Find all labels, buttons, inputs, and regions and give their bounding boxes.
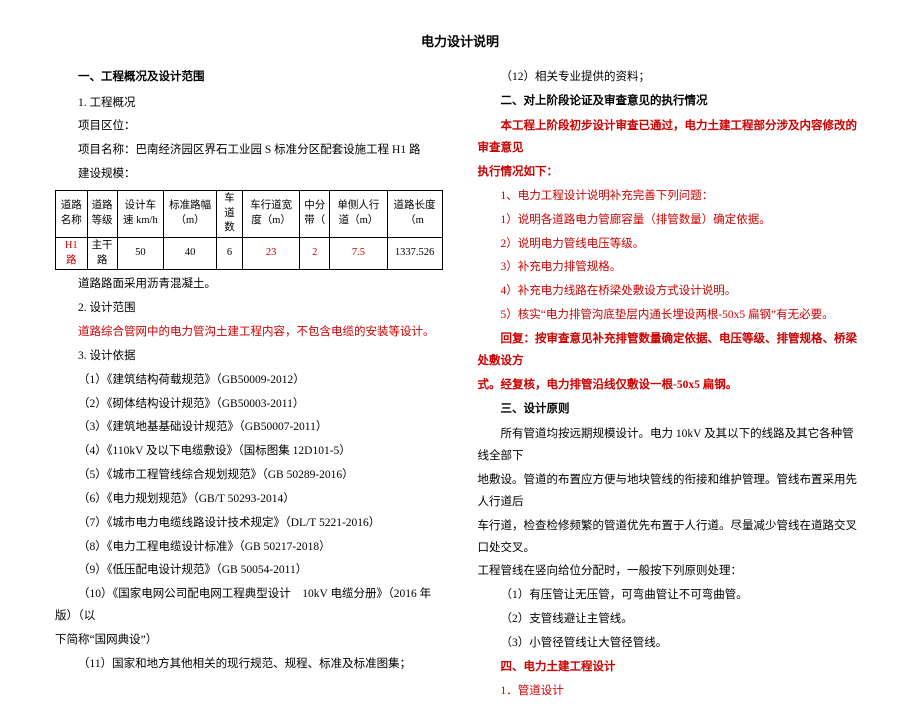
th-sidewalk: 单侧人行道（m） [330, 190, 387, 237]
table-header-row: 道路名称 道路等级 设计车速 km/h 标准路幅（m） 车道数 车行道宽度（m）… [56, 190, 443, 237]
ref-11: （11）国家和地方其他相关的现行规范、规程、标准及标准图集； [55, 654, 443, 676]
ref-2: （2）《砌体结构设计规范》（GB50003-2011） [55, 394, 443, 416]
review-item-1-4: 4）补充电力线路在桥梁处敷设方式设计说明。 [478, 281, 866, 303]
rule-3: （3）小管径管线让大管径管线。 [478, 633, 866, 655]
td-grade: 主干路 [87, 237, 117, 269]
two-column-layout: 一、工程概况及设计范围 1. 工程概况 项目区位： 项目名称：巴南经济园区界石工… [55, 67, 865, 704]
ref-5: （5）《城市工程管线综合规划规范》（GB 50289-2016） [55, 465, 443, 487]
review-item-1-5: 5）核实“电力排管沟底垫层内通长埋设两根-50x5 扁钢”有无必要。 [478, 305, 866, 327]
s3-p3: 车行道，检查检修频繁的管道优先布置于人行道。尽量减少管线在道路交叉口处交叉。 [478, 516, 866, 560]
td-sidewalk: 7.5 [330, 237, 387, 269]
build-scale: 建设规模： [55, 164, 443, 186]
section-3-header: 三、设计原则 [478, 399, 866, 421]
th-carriageway: 车行道宽度（m） [243, 190, 300, 237]
review-item-1-3: 3）补充电力排管规格。 [478, 257, 866, 279]
s3-p1: 所有管道均按远期规模设计。电力 10kV 及其以下的线路及其它各种管线全部下 [478, 424, 866, 468]
s2-intro-1: 本工程上阶段初步设计审查已通过，电力土建工程部分涉及内容修改的审查意见 [478, 116, 866, 160]
section-4-header: 四、电力土建工程设计 [478, 657, 866, 679]
review-item-1-2: 2）说明电力管线电压等级。 [478, 234, 866, 256]
ref-9: （9）《低压配电设计规范》（GB 50054-2011） [55, 560, 443, 582]
table-row: H1 路 主干路 50 40 6 23 2 7.5 1337.526 [56, 237, 443, 269]
th-width: 标准路幅（m） [164, 190, 217, 237]
th-speed: 设计车速 km/h [117, 190, 163, 237]
design-scope: 道路综合管网中的电力管沟土建工程内容，不包含电缆的安装等设计。 [55, 322, 443, 344]
subsection-1-1: 1. 工程概况 [55, 93, 443, 115]
road-table: 道路名称 道路等级 设计车速 km/h 标准路幅（m） 车道数 车行道宽度（m）… [55, 190, 443, 270]
reply-2: 式。经复核，电力排管沿线仅敷设一根-50x5 扁钢。 [478, 375, 866, 397]
s3-p4: 工程管线在竖向给位分配时，一般按下列原则处理： [478, 561, 866, 583]
subsection-1-2: 2. 设计范围 [55, 298, 443, 320]
th-lanes: 车道数 [217, 190, 243, 237]
ref-6: （6）《电力规划规范》（GB/T 50293-2014） [55, 489, 443, 511]
td-width: 40 [164, 237, 217, 269]
subsection-1-3: 3. 设计依据 [55, 346, 443, 368]
td-carriageway: 23 [243, 237, 300, 269]
ref-3: （3）《建筑地基基础设计规范》（GB50007-2011） [55, 417, 443, 439]
section-1-header: 一、工程概况及设计范围 [55, 67, 443, 89]
td-lanes: 6 [217, 237, 243, 269]
th-grade: 道路等级 [87, 190, 117, 237]
th-name: 道路名称 [56, 190, 88, 237]
th-length: 道路长度（m [387, 190, 442, 237]
td-name: H1 路 [56, 237, 88, 269]
right-column: （12）相关专业提供的资料； 二、对上阶段论证及审查意见的执行情况 本工程上阶段… [478, 67, 866, 704]
review-item-1-1: 1）说明各道路电力管廊容量（排管数量）确定依据。 [478, 210, 866, 232]
road-surface: 道路路面采用沥青混凝土。 [55, 274, 443, 296]
ref-4: （4）《110kV 及以下电缆敷设》（国标图集 12D101-5） [55, 441, 443, 463]
section-2-header: 二、对上阶段论证及审查意见的执行情况 [478, 91, 866, 113]
rule-2: （2）支管线避让主管线。 [478, 609, 866, 631]
project-name: 项目名称：巴南经济园区界石工业园 S 标准分区配套设施工程 H1 路 [55, 140, 443, 162]
th-median: 中分带（ [300, 190, 330, 237]
td-length: 1337.526 [387, 237, 442, 269]
review-item-1: 1、电力工程设计说明补充完善下列问题： [478, 186, 866, 208]
left-column: 一、工程概况及设计范围 1. 工程概况 项目区位： 项目名称：巴南经济园区界石工… [55, 67, 443, 704]
ref-10b: 下简称“国网典设”） [55, 630, 443, 652]
ref-8: （8）《电力工程电缆设计标准》（GB 50217-2018） [55, 537, 443, 559]
page-title: 电力设计说明 [55, 30, 865, 55]
s3-p2: 地敷设。管道的布置应方便与地块管线的衔接和维护管理。管线布置采用先人行道后 [478, 470, 866, 514]
td-speed: 50 [117, 237, 163, 269]
ref-7: （7）《城市电力电缆线路设计技术规定》（DL/T 5221-2016） [55, 513, 443, 535]
ref-10a: （10）《国家电网公司配电网工程典型设计 10kV 电缆分册》（2016 年版）… [55, 584, 443, 628]
s4-1: 1．管道设计 [478, 681, 866, 703]
ref-12: （12）相关专业提供的资料； [478, 67, 866, 89]
project-area: 项目区位： [55, 116, 443, 138]
rule-1: （1）有压管让无压管，可弯曲管让不可弯曲管。 [478, 585, 866, 607]
reply-1: 回复：按审查意见补充排管数量确定依据、电压等级、排管规格、桥梁处敷设方 [478, 329, 866, 373]
td-median: 2 [300, 237, 330, 269]
s2-intro-2: 执行情况如下： [478, 162, 866, 184]
ref-1: （1）《建筑结构荷载规范》（GB50009-2012） [55, 370, 443, 392]
